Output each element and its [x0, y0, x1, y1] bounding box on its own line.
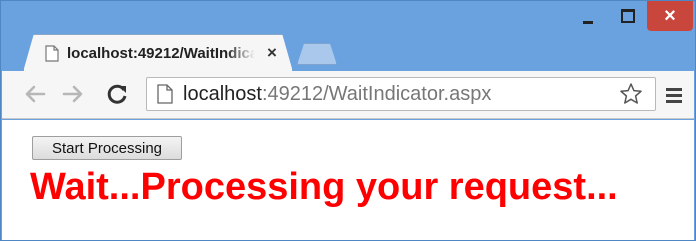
reload-button[interactable] [102, 79, 132, 109]
address-bar[interactable]: localhost:49212/WaitIndicator.aspx [146, 77, 656, 111]
hamburger-menu-icon[interactable] [664, 85, 684, 105]
star-icon[interactable] [619, 82, 643, 106]
start-processing-button[interactable]: Start Processing [32, 136, 182, 160]
tab-title: localhost:49212/WaitIndicator.aspx [67, 44, 255, 62]
arrow-left-icon [25, 85, 46, 103]
page-icon [157, 84, 173, 104]
close-window-button[interactable]: × [647, 1, 693, 31]
forward-button[interactable] [58, 79, 88, 109]
url-host: localhost [183, 82, 262, 105]
page-content: Start Processing Wait...Processing your … [2, 120, 694, 240]
tab-active[interactable]: localhost:49212/WaitIndicator.aspx × [23, 34, 293, 72]
page-icon [45, 44, 59, 62]
tab-close-button[interactable]: × [267, 43, 277, 63]
url-text: localhost:49212/WaitIndicator.aspx [183, 83, 491, 106]
new-tab-button[interactable] [297, 43, 337, 65]
tab-strip: localhost:49212/WaitIndicator.aspx × × [1, 1, 695, 71]
minimize-button[interactable] [573, 1, 603, 31]
back-button[interactable] [20, 79, 50, 109]
reload-icon [107, 84, 127, 104]
url-path: :49212/WaitIndicator.aspx [261, 82, 492, 105]
arrow-right-icon [62, 85, 83, 103]
wait-message: Wait...Processing your request... [30, 166, 618, 208]
browser-toolbar: localhost:49212/WaitIndicator.aspx [2, 71, 694, 119]
browser-window: localhost:49212/WaitIndicator.aspx × × [0, 0, 696, 241]
maximize-button[interactable] [613, 1, 643, 31]
